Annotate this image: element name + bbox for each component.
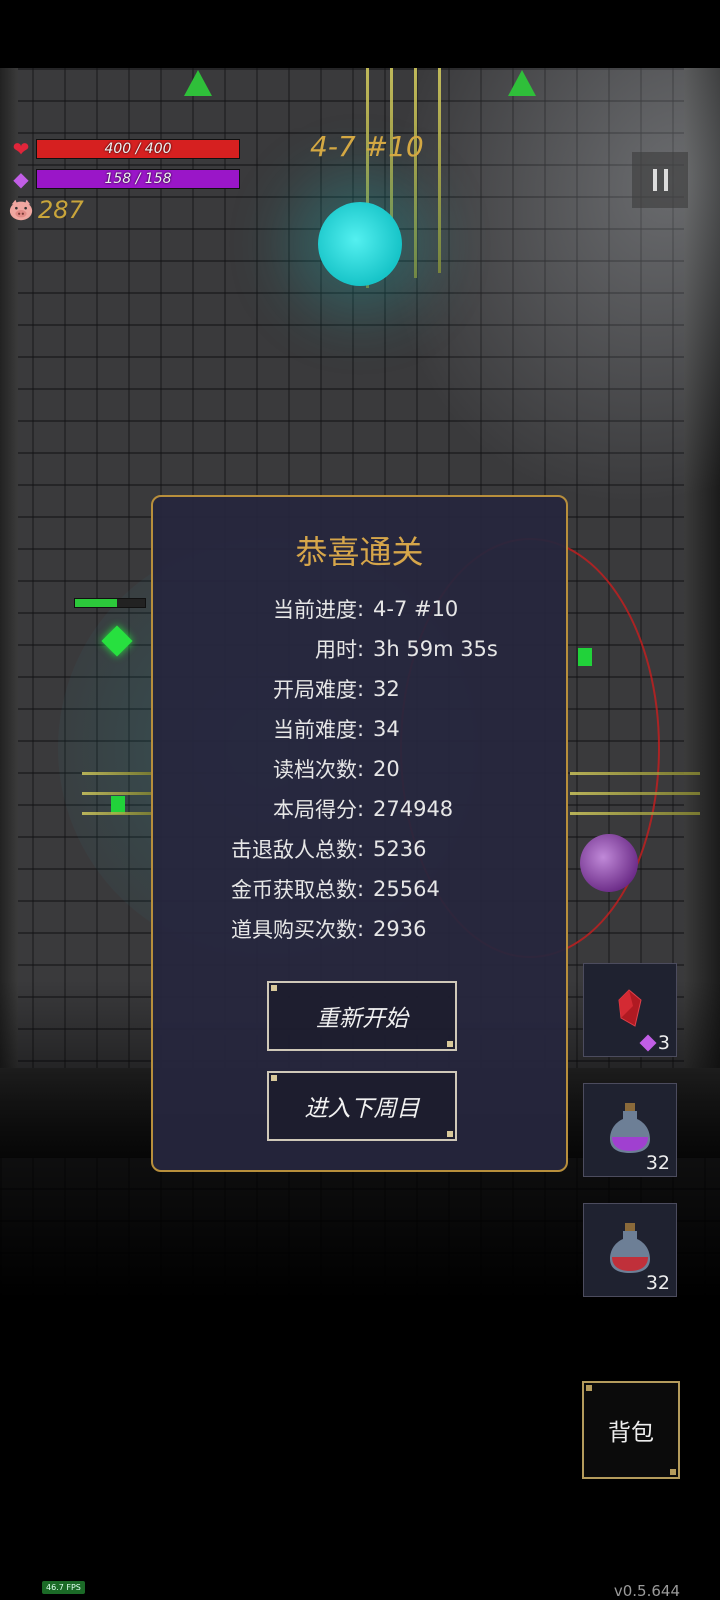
dialog-title: 恭喜通关: [295, 533, 424, 571]
arrow-volley-effect: [570, 792, 700, 795]
hp-bar: 400 / 400: [36, 139, 240, 159]
gold-row: 287: [8, 196, 84, 224]
stat-value: 4-7 #10: [373, 597, 459, 621]
stat-label: 当前难度: [273, 718, 357, 742]
stat-row-score: 本局得分: 274948: [153, 789, 566, 829]
mana-potion-icon: [608, 1101, 652, 1159]
ally-unit: [578, 648, 592, 666]
stat-row-loads: 读档次数: 20: [153, 749, 566, 789]
stat-row-time: 用时: 3h 59m 35s: [153, 629, 566, 669]
gem-icon: [639, 1034, 657, 1052]
stat-row-gold-total: 金币获取总数: 25564: [153, 869, 566, 909]
heart-icon: ❤: [12, 137, 30, 161]
stat-label: 用时: [315, 638, 357, 662]
stat-label: 当前进度: [273, 598, 357, 622]
stat-row-purchases: 道具购买次数: 2936: [153, 909, 566, 949]
pause-button[interactable]: [632, 152, 688, 208]
health-potion-icon: [608, 1221, 652, 1279]
stat-value: 3h 59m 35s: [373, 637, 498, 661]
stat-value: 25564: [373, 877, 440, 901]
stat-value: 274948: [373, 797, 454, 821]
arrow-volley-effect: [82, 772, 152, 775]
golden-rain-effect: [438, 68, 441, 273]
stat-row-progress: 当前进度: 4-7 #10: [153, 589, 566, 629]
arrow-volley-effect: [82, 812, 152, 815]
golden-rain-effect: [414, 68, 417, 278]
hp-row: ❤ 400 / 400: [8, 137, 240, 161]
item-slot-health-potion[interactable]: 32: [583, 1203, 677, 1297]
item-slot-mana-potion[interactable]: 32: [583, 1083, 677, 1177]
stat-value: 32: [373, 677, 400, 701]
gem-icon: ◆: [13, 167, 29, 191]
stage-label: 4-7 #10: [310, 130, 424, 163]
stat-label: 道具购买次数: [231, 918, 357, 942]
fps-counter: 46.7 FPS: [42, 1581, 85, 1594]
arrow-volley-effect: [570, 812, 700, 815]
item-slot-crystal[interactable]: 3: [583, 963, 677, 1057]
item-count: 32: [645, 1272, 670, 1294]
arrow-volley-effect: [570, 772, 700, 775]
pause-icon: [652, 169, 657, 191]
hero-health-bar: [74, 598, 146, 608]
mp-row: ◆ 158 / 158: [8, 167, 240, 191]
restart-button[interactable]: 重新开始: [267, 981, 457, 1051]
next-cycle-button[interactable]: 进入下周目: [267, 1071, 457, 1141]
stat-row-current-difficulty: 当前难度: 34: [153, 709, 566, 749]
victory-dialog: 恭喜通关 当前进度: 4-7 #10 用时: 3h 59m 35s 开局难度: …: [151, 495, 568, 1172]
stat-label: 金币获取总数: [231, 878, 357, 902]
stat-row-kills: 击退敌人总数: 5236: [153, 829, 566, 869]
stat-label: 击退敌人总数: [231, 838, 357, 862]
red-crystal-icon: [615, 988, 645, 1032]
gold-count: 287: [38, 196, 84, 224]
stat-value: 20: [373, 757, 400, 781]
mp-bar: 158 / 158: [36, 169, 240, 189]
hp-text: 400 / 400: [104, 141, 172, 157]
item-count: 32: [645, 1152, 670, 1174]
stats-list: 当前进度: 4-7 #10 用时: 3h 59m 35s 开局难度: 32 当前…: [153, 589, 566, 949]
stat-value: 2936: [373, 917, 427, 941]
stat-value: 5236: [373, 837, 427, 861]
stat-row-start-difficulty: 开局难度: 32: [153, 669, 566, 709]
item-count: 3: [657, 1032, 670, 1054]
backpack-button[interactable]: 背包: [582, 1381, 680, 1479]
stat-value: 34: [373, 717, 400, 741]
mp-text: 158 / 158: [104, 171, 172, 187]
version-label: v0.5.644: [613, 1582, 680, 1600]
arrow-volley-effect: [82, 792, 152, 795]
pig-icon: [8, 199, 34, 221]
stat-label: 本局得分: [273, 798, 357, 822]
exit-arrow-icon: [184, 70, 212, 96]
purple-slime-enemy: [580, 834, 638, 892]
stat-label: 读档次数: [273, 758, 357, 782]
exit-arrow-icon: [508, 70, 536, 96]
stat-label: 开局难度: [273, 678, 357, 702]
cyan-energy-orb: [318, 202, 402, 286]
